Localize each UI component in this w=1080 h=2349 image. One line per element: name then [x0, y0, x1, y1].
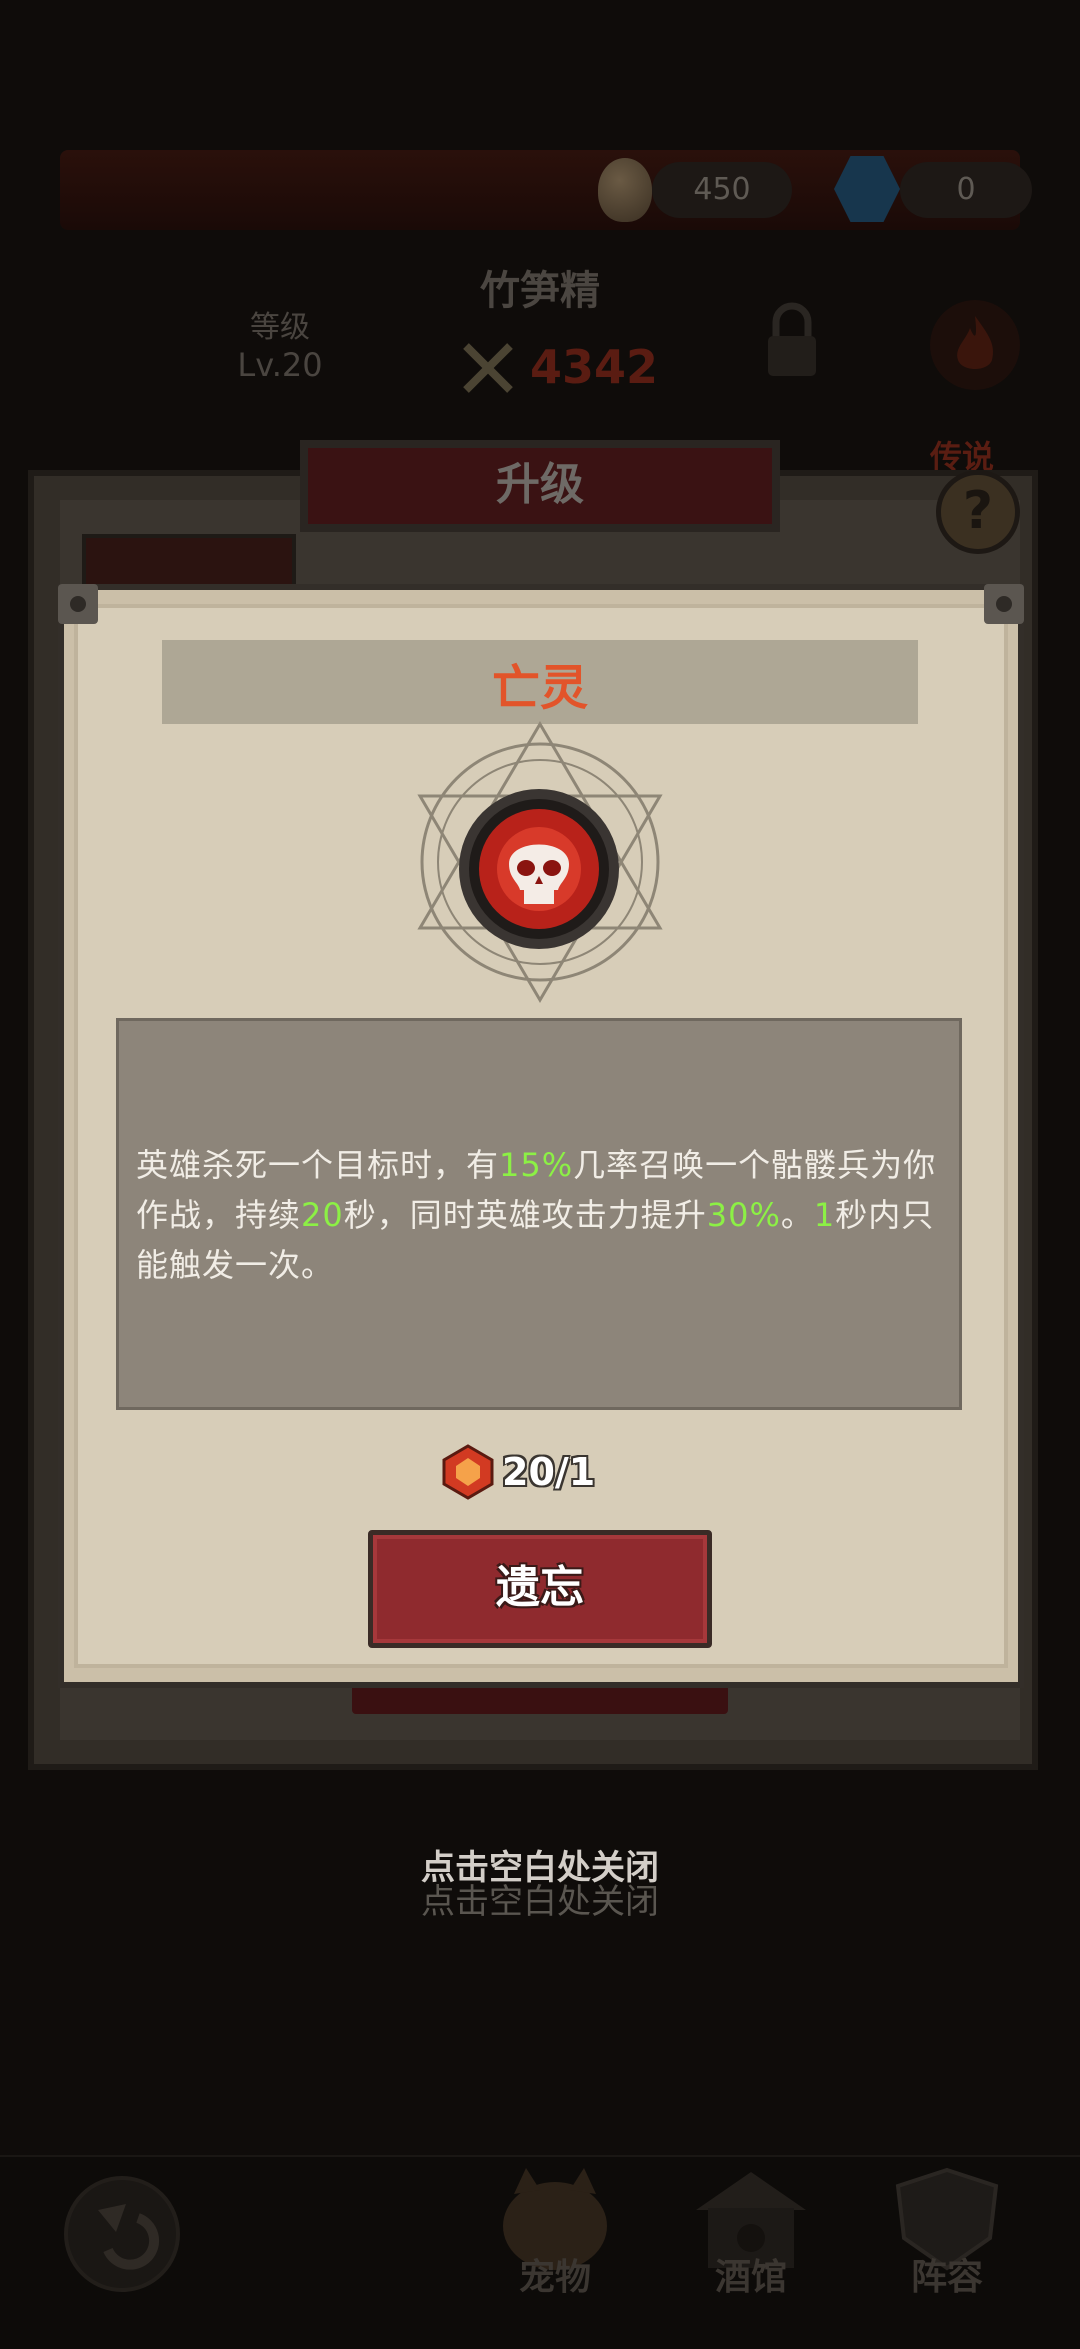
- fire-icon[interactable]: [930, 300, 1020, 390]
- nav-pet-label: 宠物: [518, 2257, 591, 2298]
- skill-description: 英雄杀死一个目标时，有15%几率召唤一个骷髅兵为你作战，持续20秒，同时英雄攻击…: [136, 1146, 937, 1284]
- back-button[interactable]: [64, 2176, 180, 2292]
- corner-bolt-icon: [58, 584, 98, 624]
- skull-icon: [459, 789, 619, 949]
- attack-bonus-value: 30%: [706, 1196, 781, 1234]
- skill-title: 亡灵: [491, 660, 588, 716]
- level-label: 等级: [250, 310, 310, 345]
- crossed-swords-icon: [463, 343, 513, 393]
- chance-value: 15%: [499, 1146, 574, 1184]
- upgrade-title: 升级: [300, 440, 780, 532]
- duration-value: 20: [301, 1196, 344, 1234]
- hero-name: 竹笋精: [480, 268, 600, 314]
- help-button[interactable]: ?: [936, 470, 1020, 554]
- corner-bolt-icon: [984, 584, 1024, 624]
- nav-tavern-label: 酒馆: [714, 2257, 787, 2298]
- close-hint-shadow: 点击空白处关闭: [421, 1882, 659, 1922]
- forget-cost: 20/1: [502, 1450, 596, 1494]
- level-value: Lv.20: [237, 346, 323, 384]
- nav-lineup-label: 阵容: [910, 2257, 983, 2298]
- red-gem-icon: [442, 1444, 494, 1500]
- egg-count: 450: [652, 162, 792, 218]
- gem-count: 0: [900, 162, 1032, 218]
- lock-icon[interactable]: [762, 300, 822, 380]
- combat-power: 4342: [530, 340, 659, 394]
- back-arrow-icon: [98, 2204, 160, 2270]
- forget-button[interactable]: 遗忘: [368, 1530, 712, 1648]
- egg-icon: [598, 158, 652, 222]
- cooldown-value: 1: [813, 1196, 836, 1234]
